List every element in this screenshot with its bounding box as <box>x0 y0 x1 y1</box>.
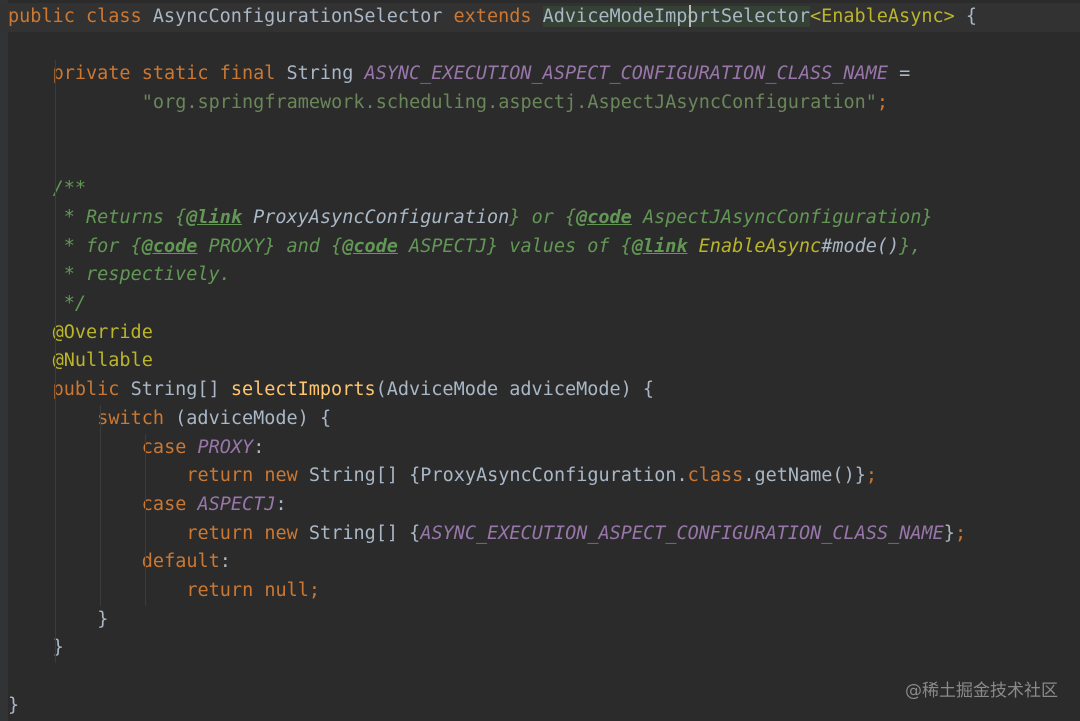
code-token: }, <box>899 235 922 257</box>
code-token: EnableAsync <box>687 235 822 257</box>
code-line[interactable]: /** <box>0 175 86 204</box>
code-token: String <box>286 63 365 85</box>
code-token: @Override <box>52 321 153 343</box>
code-token: String[] {ProxyAsyncConfiguration. <box>308 465 688 487</box>
code-token: /** <box>52 178 87 200</box>
code-line[interactable]: case ASPECTJ: <box>0 491 287 520</box>
indent-guide <box>100 404 101 606</box>
indent-guide <box>55 89 56 664</box>
code-editor[interactable]: public class AsyncConfigurationSelector … <box>0 0 1080 721</box>
code-token: ASPECTJ} values of { <box>397 235 632 257</box>
code-line[interactable]: @Override <box>0 319 153 348</box>
code-line[interactable]: switch (adviceMode) { <box>0 405 331 434</box>
code-token: @code <box>576 206 632 228</box>
code-line[interactable]: default: <box>0 548 231 577</box>
indent-guide <box>145 433 146 606</box>
code-token: switch <box>97 407 176 429</box>
code-token: * respectively. <box>63 264 231 286</box>
code-token: @code <box>342 235 398 257</box>
code-token: @link <box>631 235 688 257</box>
code-token: selectImports <box>230 379 376 401</box>
code-token: @Nullable <box>52 350 153 372</box>
code-token: public <box>52 379 131 401</box>
code-token: AspectJAsyncConfiguration} <box>631 206 933 228</box>
code-token: ProxyAsyncConfiguration <box>241 206 510 228</box>
code-token: { <box>954 6 978 27</box>
code-token: String[] { <box>308 522 421 544</box>
code-token: ASPECTJ <box>197 493 276 515</box>
code-line[interactable]: } <box>0 692 19 721</box>
code-token: * Returns { <box>63 206 187 228</box>
code-token: @link <box>186 206 242 228</box>
code-token: return new <box>186 465 309 487</box>
code-token: "org.springframework.scheduling.aspectj.… <box>141 92 877 114</box>
watermark: @稀土掘金技术社区 <box>905 681 1058 701</box>
code-token: */ <box>63 293 87 314</box>
code-token: return null; <box>186 580 321 601</box>
code-token: (adviceMode) { <box>175 407 332 429</box>
code-line[interactable]: return null; <box>0 577 320 606</box>
code-token: ASYNC_EXECUTION_ASPECT_CONFIGURATION_CLA… <box>420 522 944 544</box>
code-line[interactable]: * respectively. <box>0 261 231 290</box>
code-line[interactable]: */ <box>0 290 86 319</box>
code-token: String[] <box>130 379 231 401</box>
code-token: : <box>275 493 287 515</box>
code-token: <EnableAsync> <box>809 6 955 27</box>
code-token: case <box>141 436 198 458</box>
code-token: public class <box>8 6 153 27</box>
code-token: AsyncConfigurationSelector <box>152 6 454 27</box>
code-token: class <box>687 465 744 487</box>
text-caret <box>689 5 691 27</box>
code-line[interactable]: @Nullable <box>0 347 153 376</box>
code-token: return new <box>186 522 309 544</box>
code-token: case <box>141 493 198 515</box>
code-token: ; <box>954 522 967 544</box>
code-token: #mode() <box>821 235 900 257</box>
code-token: private static final <box>52 63 287 85</box>
code-line[interactable]: * for {@code PROXY} and {@code ASPECTJ} … <box>0 233 922 262</box>
code-token: : <box>253 436 265 458</box>
code-token: } <box>943 522 955 544</box>
code-token: ; <box>865 465 877 487</box>
code-token: (AdviceMode adviceMode) { <box>375 379 655 401</box>
code-token: PROXY <box>197 436 254 458</box>
code-line[interactable]: public class AsyncConfigurationSelector … <box>0 3 1080 32</box>
code-line[interactable] <box>0 663 8 692</box>
code-line[interactable]: * Returns {@link ProxyAsyncConfiguration… <box>0 204 933 233</box>
code-token: } or { <box>509 206 577 228</box>
code-token: * for { <box>63 235 142 257</box>
code-token: } <box>8 694 20 716</box>
code-token: : <box>219 551 231 573</box>
indent-guide <box>55 60 56 118</box>
code-token: .getName()} <box>743 465 866 487</box>
code-token: } <box>97 608 109 630</box>
code-line[interactable]: public String[] selectImports(AdviceMode… <box>0 376 654 405</box>
code-token: AdviceModeImportSelector <box>542 6 810 27</box>
code-line[interactable]: private static final String ASYNC_EXECUT… <box>0 60 911 89</box>
code-token: ASYNC_EXECUTION_ASPECT_CONFIGURATION_CLA… <box>364 63 888 85</box>
code-line[interactable] <box>0 32 8 61</box>
code-line[interactable] <box>0 118 8 147</box>
code-line[interactable]: return new String[] {ProxyAsyncConfigura… <box>0 462 877 491</box>
code-token: default <box>141 551 220 573</box>
code-token: @code <box>141 235 198 257</box>
code-token: extends <box>453 6 543 27</box>
code-token: PROXY} and { <box>197 235 343 257</box>
code-line[interactable] <box>0 147 8 176</box>
code-line[interactable]: "org.springframework.scheduling.aspectj.… <box>0 89 888 118</box>
code-line[interactable]: case PROXY: <box>0 434 265 463</box>
code-token: ; <box>876 92 889 114</box>
code-token: = <box>887 63 911 85</box>
